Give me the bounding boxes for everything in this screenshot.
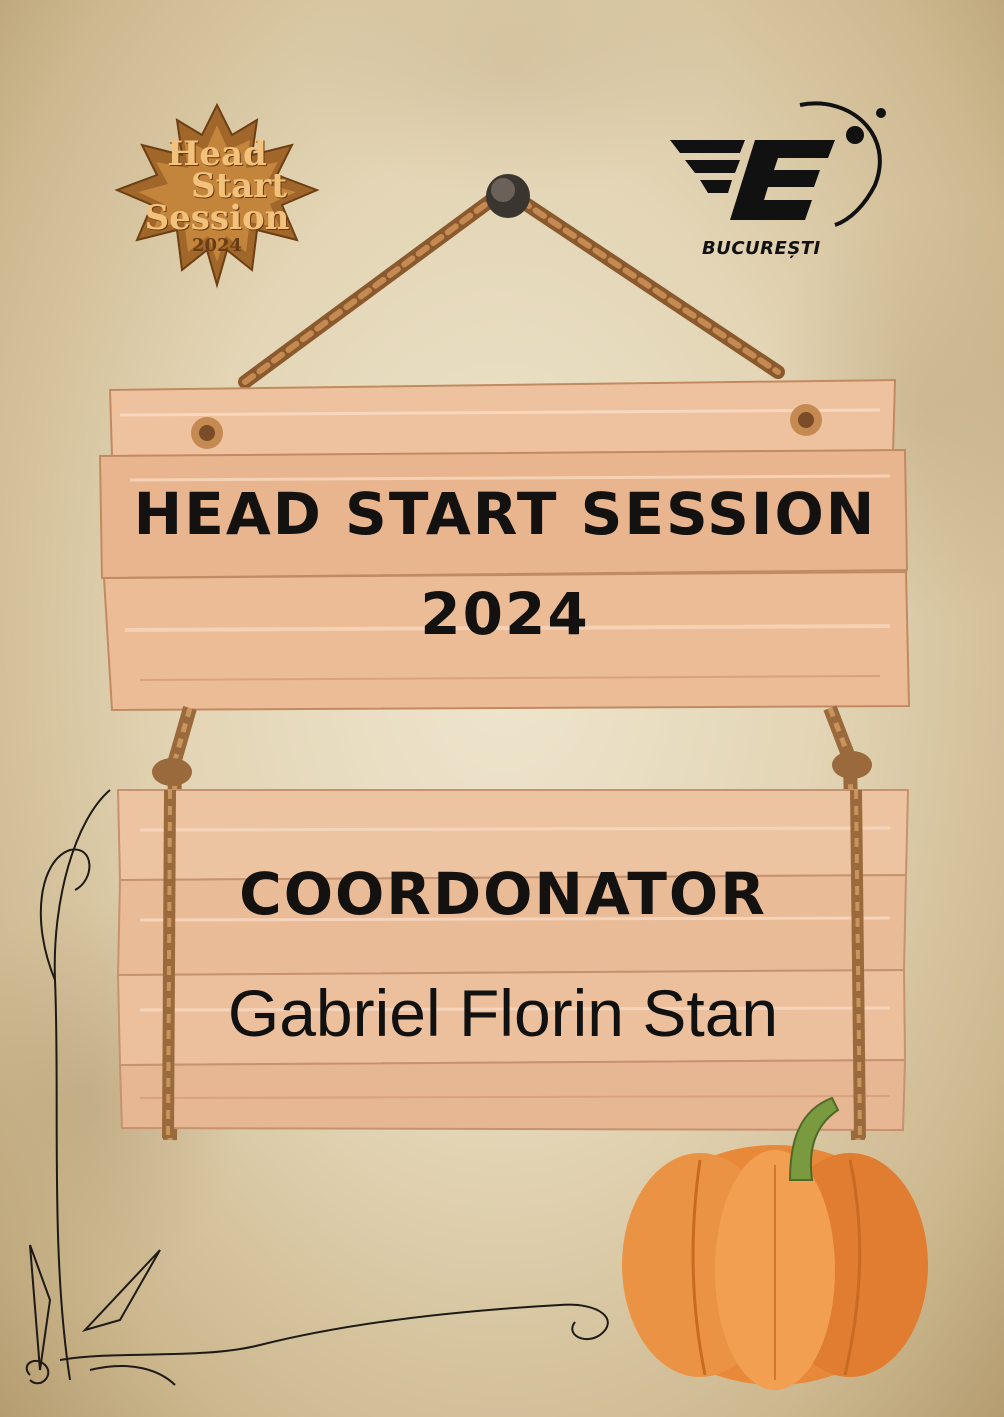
- sign-title-line2: 2024: [420, 580, 590, 648]
- recipient-name: Gabriel Florin Stan: [227, 976, 779, 1050]
- wooden-signs-illustration: [25, 174, 928, 1390]
- certificate-page: Head Start Session 2024 BUCUREȘTI HEAD S…: [0, 0, 1004, 1417]
- bottom-sign-board: [116, 789, 910, 1132]
- role-label: COORDONATOR: [239, 860, 767, 928]
- sign-title-line1: HEAD START SESSION: [133, 480, 877, 548]
- pumpkin-illustration: [622, 1096, 928, 1390]
